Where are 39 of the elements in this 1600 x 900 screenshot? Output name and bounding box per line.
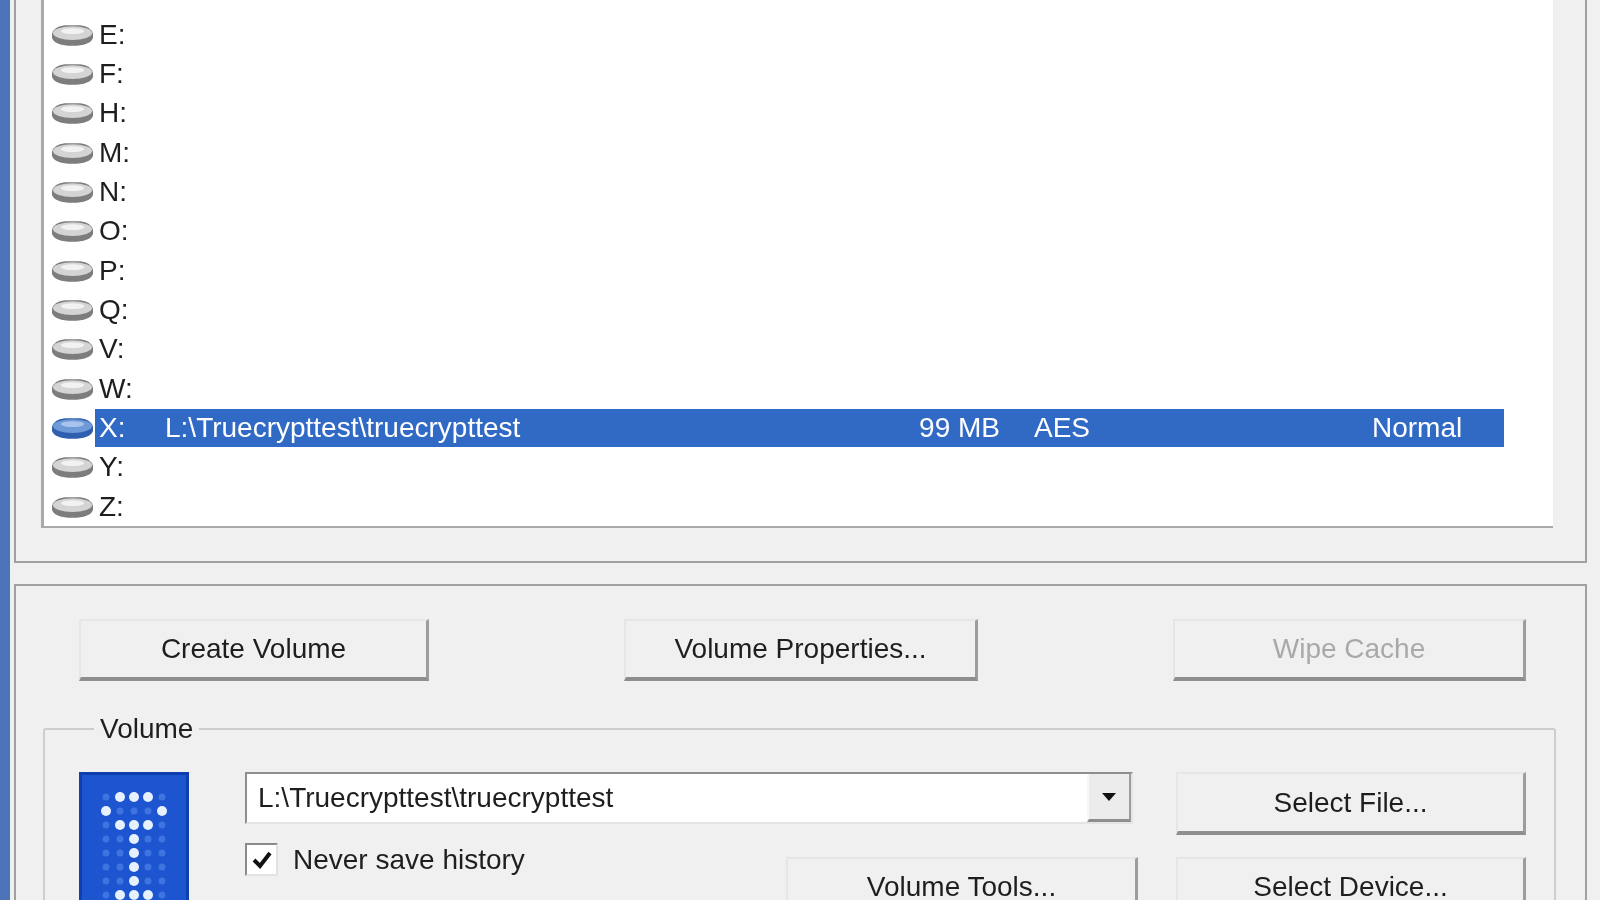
drive-icon <box>51 297 94 322</box>
drive-icon <box>51 140 94 165</box>
drive-icon <box>51 415 94 440</box>
dropdown-button[interactable] <box>1087 774 1131 822</box>
drive-list-item[interactable]: Q: <box>95 290 1504 329</box>
drive-list-item[interactable]: F: <box>95 55 1504 93</box>
logo-icon <box>79 772 189 900</box>
drive-list-item[interactable]: O: <box>95 212 1504 251</box>
drive-icon <box>51 101 94 126</box>
checkbox[interactable] <box>245 843 278 876</box>
drive-icon <box>51 258 94 283</box>
drive-list-item[interactable]: W: <box>95 369 1504 408</box>
volume-properties-button[interactable]: Volume Properties... <box>624 619 978 681</box>
drive-icon <box>51 219 94 244</box>
drive-icon <box>51 494 94 519</box>
drive-list-item[interactable]: P: <box>95 251 1504 290</box>
volume-tools-button[interactable]: Volume Tools... <box>786 857 1138 900</box>
drive-list-item[interactable]: Z: <box>95 487 1504 526</box>
checkbox-label: Never save history <box>293 843 525 876</box>
drive-list-item[interactable]: E: <box>95 15 1504 54</box>
drive-list-item[interactable]: M: <box>95 133 1504 172</box>
drive-icon <box>51 376 94 401</box>
select-device-button[interactable]: Select Device... <box>1176 857 1526 900</box>
select-file-button[interactable]: Select File... <box>1176 772 1526 835</box>
group-label: Volume <box>99 713 195 745</box>
drive-list-item[interactable]: X: L:\Truecrypttest\truecrypttest 99 MB AES Normal <box>95 408 1504 447</box>
drive-icon <box>51 62 94 86</box>
check-icon <box>251 850 272 869</box>
create-volume-button[interactable]: Create Volume <box>79 619 429 681</box>
drive-icon <box>51 337 94 362</box>
drive-icon <box>51 455 94 480</box>
drive-icon <box>51 179 94 204</box>
volume-path-combobox[interactable]: L:\Truecrypttest\truecrypttest <box>245 772 1133 824</box>
drive-list-item[interactable]: N: <box>95 172 1504 211</box>
drive-list-item[interactable]: V: <box>95 330 1504 369</box>
drive-list-item[interactable]: Y: <box>95 448 1504 487</box>
drive-list-item[interactable]: H: <box>95 94 1504 133</box>
drive-icon <box>51 22 94 47</box>
caret-down-icon <box>1102 792 1116 801</box>
